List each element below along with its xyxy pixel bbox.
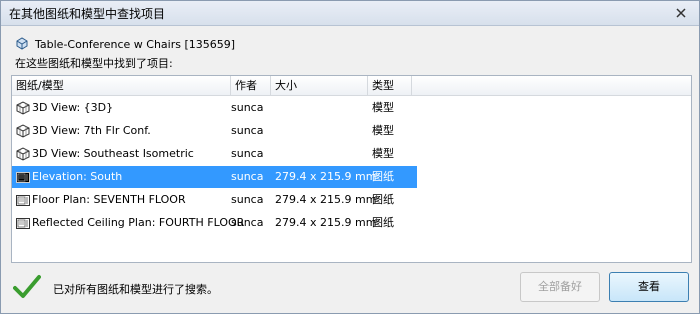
column-header-type[interactable]: 类型	[368, 76, 412, 95]
row-author: sunca	[231, 216, 264, 229]
row-name: Elevation: South	[32, 170, 123, 183]
prepare-all-button[interactable]: 全部备好	[520, 272, 600, 302]
sheet-icon	[15, 215, 31, 231]
row-type: 图纸	[372, 193, 394, 206]
column-header-author[interactable]: 作者	[231, 76, 271, 95]
results-table: 图纸/模型 作者 大小 类型 3D View: {3D} sunca 模型 3D Vi…	[11, 75, 692, 263]
row-author: sunca	[231, 170, 264, 183]
row-type: 模型	[372, 124, 394, 137]
row-name: Floor Plan: SEVENTH FLOOR	[32, 193, 186, 206]
close-icon[interactable]	[673, 5, 689, 21]
row-type: 模型	[372, 147, 394, 160]
row-author: sunca	[231, 193, 264, 206]
found-label: 在这些图纸和模型中找到了项目:	[15, 57, 173, 70]
table-row[interactable]: 3D View: {3D} sunca 模型	[12, 97, 417, 119]
table-row[interactable]: Floor Plan: SEVENTH FLOOR sunca 279.4 x 21…	[12, 189, 417, 211]
status-text: 已对所有图纸和模型进行了搜索。	[53, 282, 218, 296]
family-icon	[15, 36, 29, 53]
row-size: 279.4 x 215.9 mm	[275, 193, 377, 206]
status-area: 已对所有图纸和模型进行了搜索。	[13, 274, 218, 303]
title-bar: 在其他图纸和模型中查找项目	[1, 1, 699, 26]
row-type: 图纸	[372, 170, 394, 183]
sheet-icon	[15, 169, 31, 185]
table-row[interactable]: Elevation: South sunca 279.4 x 215.9 mm 图纸	[12, 166, 417, 188]
element-name: Table-Conference w Chairs [135659]	[35, 37, 236, 51]
row-type: 模型	[372, 101, 394, 114]
element-info: Table-Conference w Chairs [135659]	[15, 36, 235, 52]
dialog-title: 在其他图纸和模型中查找项目	[9, 7, 166, 21]
row-type: 图纸	[372, 216, 394, 229]
table-header: 图纸/模型 作者 大小 类型	[12, 76, 691, 96]
column-header-sheet-model[interactable]: 图纸/模型	[12, 76, 231, 95]
row-size: 279.4 x 215.9 mm	[275, 170, 377, 183]
row-size: 279.4 x 215.9 mm	[275, 216, 377, 229]
3d-view-icon	[15, 123, 31, 139]
3d-view-icon	[15, 146, 31, 162]
table-row[interactable]: Reflected Ceiling Plan: FOURTH FLOOR sunc…	[12, 212, 417, 234]
find-items-dialog: 在其他图纸和模型中查找项目 Table-Conference w Chairs …	[0, 0, 700, 314]
table-row[interactable]: 3D View: 7th Flr Conf. sunca 模型	[12, 120, 417, 142]
checkmark-icon	[13, 274, 41, 303]
row-author: sunca	[231, 101, 264, 114]
row-name: Reflected Ceiling Plan: FOURTH FLOOR	[32, 216, 245, 229]
row-name: 3D View: Southeast Isometric	[32, 147, 194, 160]
table-row[interactable]: 3D View: Southeast Isometric sunca 模型	[12, 143, 417, 165]
row-name: 3D View: {3D}	[32, 101, 114, 114]
row-author: sunca	[231, 147, 264, 160]
column-header-size[interactable]: 大小	[271, 76, 368, 95]
row-name: 3D View: 7th Flr Conf.	[32, 124, 151, 137]
row-author: sunca	[231, 124, 264, 137]
view-button[interactable]: 查看	[609, 272, 689, 302]
sheet-icon	[15, 192, 31, 208]
3d-view-icon	[15, 100, 31, 116]
